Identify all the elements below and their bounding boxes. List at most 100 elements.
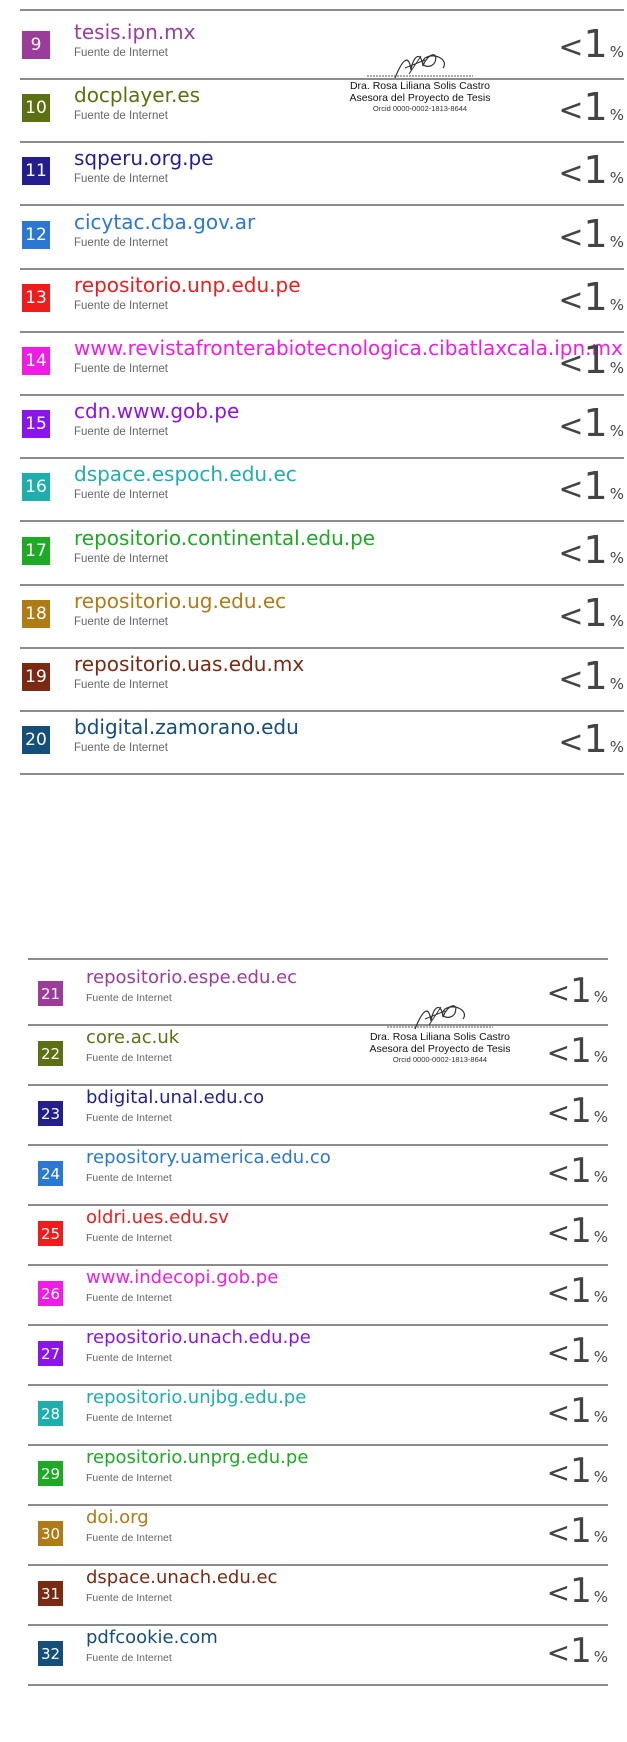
source-type: Fuente de Internet — [74, 426, 168, 439]
percent-value: 1 — [570, 1331, 592, 1371]
source-type: Fuente de Internet — [74, 489, 168, 502]
similarity-percent: <1% — [554, 148, 624, 192]
less-than-sign: < — [546, 1516, 571, 1549]
percent-value: 1 — [583, 654, 608, 698]
source-link[interactable]: www.revistafronterabiotecnologica.cibatl… — [74, 336, 623, 360]
signature-icon — [367, 54, 473, 79]
percent-sign: % — [593, 1588, 608, 1606]
source-row: 27 repositorio.unach.edu.pe Fuente de Inte… — [28, 1319, 608, 1386]
source-number-badge: 10 — [22, 94, 50, 123]
similarity-percent: <1% — [538, 1571, 608, 1611]
source-type: Fuente de Internet — [86, 1472, 172, 1484]
source-link[interactable]: cicytac.cba.gov.ar — [74, 210, 255, 234]
source-type: Fuente de Internet — [74, 173, 168, 186]
source-number-badge: 9 — [22, 31, 50, 59]
source-link[interactable]: dspace.espoch.edu.ec — [74, 462, 297, 486]
source-link[interactable]: repositorio.unprg.edu.pe — [86, 1447, 308, 1468]
source-row: 17 repositorio.continental.edu.pe Fuente d… — [20, 516, 624, 586]
percent-sign: % — [609, 359, 624, 377]
source-link[interactable]: www.indecopi.gob.pe — [86, 1267, 278, 1288]
source-link[interactable]: repositorio.ug.edu.ec — [74, 589, 286, 613]
percent-value: 1 — [570, 1271, 592, 1311]
percent-sign: % — [593, 1648, 608, 1666]
source-link[interactable]: repository.uamerica.edu.co — [86, 1147, 331, 1168]
similarity-percent: <1% — [554, 464, 624, 508]
source-link[interactable]: docplayer.es — [74, 83, 200, 107]
source-link[interactable]: oldri.ues.edu.sv — [86, 1207, 229, 1228]
source-row: 28 repositorio.unjbg.edu.pe Fuente de Inte… — [28, 1379, 608, 1446]
advisor-role: Asesora del Proyecto de Tesis — [369, 1043, 511, 1055]
advisor-orcid: Orcid 0000-0002-1813-8644 — [372, 104, 468, 113]
source-type: Fuente de Internet — [86, 1592, 172, 1604]
less-than-sign: < — [558, 219, 584, 255]
percent-sign: % — [593, 1108, 608, 1126]
source-type: Fuente de Internet — [86, 1112, 172, 1124]
source-link[interactable]: sqperu.org.pe — [74, 146, 214, 170]
less-than-sign: < — [558, 156, 584, 192]
percent-value: 1 — [583, 401, 608, 446]
less-than-sign: < — [546, 1276, 571, 1309]
source-type: Fuente de Internet — [74, 299, 168, 312]
source-row: 16 dspace.espoch.edu.ec Fuente de Internet… — [20, 452, 624, 523]
source-link[interactable]: core.ac.uk — [86, 1027, 179, 1048]
source-link[interactable]: dspace.unach.edu.ec — [86, 1567, 277, 1588]
similarity-percent: <1% — [538, 1211, 608, 1251]
less-than-sign: < — [558, 346, 584, 381]
advisor-role: Asesora del Proyecto de Tesis — [349, 92, 491, 104]
source-row: 26 www.indecopi.gob.pe Fuente de Internet <… — [28, 1259, 608, 1326]
source-type: Fuente de Internet — [74, 679, 168, 691]
source-link[interactable]: bdigital.zamorano.edu — [74, 715, 299, 739]
source-link[interactable]: repositorio.unjbg.edu.pe — [86, 1387, 306, 1408]
similarity-percent: <1% — [538, 1151, 608, 1191]
similarity-percent: <1% — [538, 1031, 608, 1071]
less-than-sign: < — [558, 472, 584, 508]
percent-sign: % — [593, 1348, 608, 1366]
source-row: 9 tesis.ipn.mx Fuente de Internet <1% — [20, 10, 624, 80]
source-link[interactable]: cdn.www.gob.pe — [74, 399, 239, 423]
source-number-badge: 21 — [38, 981, 63, 1006]
similarity-percent: <1% — [538, 1091, 608, 1131]
percent-sign: % — [593, 1528, 608, 1546]
less-than-sign: < — [558, 409, 584, 445]
similarity-percent: <1% — [554, 717, 624, 761]
percent-sign: % — [609, 106, 624, 125]
less-than-sign: < — [558, 282, 584, 318]
percent-value: 1 — [570, 1511, 592, 1551]
less-than-sign: < — [558, 725, 584, 761]
percent-sign: % — [609, 611, 624, 630]
percent-value: 1 — [570, 971, 592, 1011]
percent-sign: % — [609, 675, 624, 693]
source-type: Fuente de Internet — [86, 1412, 172, 1424]
source-number-badge: 29 — [38, 1461, 63, 1486]
source-row: 11 sqperu.org.pe Fuente de Internet <1% — [20, 136, 624, 207]
source-row: 10 docplayer.es Fuente de Internet <1% — [20, 73, 624, 144]
percent-sign: % — [609, 169, 624, 188]
percent-sign: % — [593, 1408, 608, 1426]
less-than-sign: < — [546, 1156, 571, 1189]
less-than-sign: < — [558, 93, 584, 129]
source-link[interactable]: repositorio.continental.edu.pe — [74, 526, 375, 550]
source-type: Fuente de Internet — [86, 1652, 172, 1664]
advisor-orcid: Orcid 0000-0002-1813-8644 — [392, 1055, 488, 1064]
source-link[interactable]: repositorio.unp.edu.pe — [74, 273, 301, 297]
source-link[interactable]: pdfcookie.com — [86, 1627, 218, 1648]
similarity-percent: <1% — [538, 971, 608, 1011]
similarity-percent: <1% — [538, 1511, 608, 1551]
source-link[interactable]: doi.org — [86, 1507, 149, 1528]
similarity-percent: <1% — [554, 528, 624, 572]
source-number-badge: 16 — [22, 473, 50, 502]
less-than-sign: < — [546, 1216, 571, 1249]
similarity-percent: <1% — [538, 1391, 608, 1431]
source-link[interactable]: bdigital.unal.edu.co — [86, 1087, 264, 1108]
percent-value: 1 — [583, 717, 608, 762]
percent-sign: % — [609, 43, 624, 61]
percent-value: 1 — [583, 527, 608, 572]
similarity-percent: <1% — [538, 1271, 608, 1311]
source-link[interactable]: repositorio.espe.edu.ec — [86, 967, 297, 988]
source-number-badge: 26 — [38, 1281, 63, 1306]
source-row: 32 pdfcookie.com Fuente de Internet <1% — [28, 1619, 608, 1686]
source-link[interactable]: repositorio.uas.edu.mx — [74, 652, 304, 676]
source-link[interactable]: repositorio.unach.edu.pe — [86, 1327, 311, 1348]
percent-sign: % — [593, 988, 608, 1006]
source-link[interactable]: tesis.ipn.mx — [74, 20, 196, 44]
